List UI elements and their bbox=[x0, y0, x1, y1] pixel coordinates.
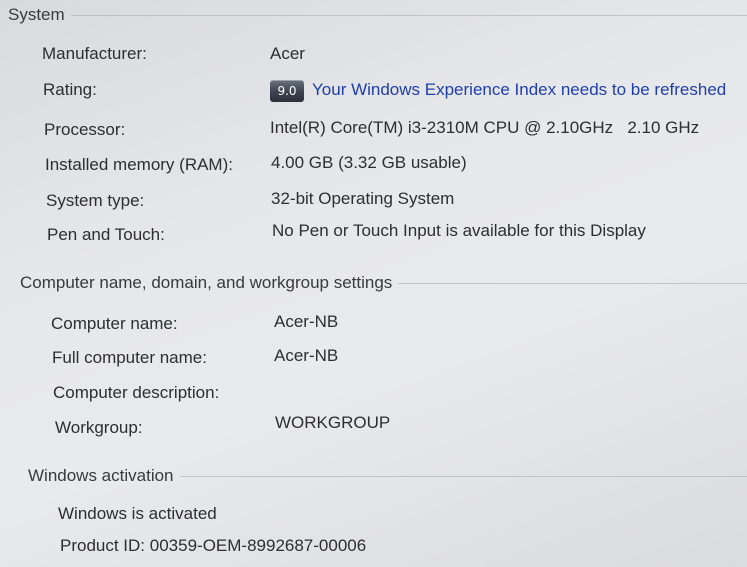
processor-value: Intel(R) Core(TM) i3-2310M CPU @ 2.10GHz… bbox=[270, 118, 700, 137]
full-computer-name-value: Acer-NB bbox=[274, 346, 339, 365]
installed-memory-label: Installed memory (RAM): bbox=[45, 155, 233, 174]
wei-score: 9.0 bbox=[277, 84, 297, 98]
windows-experience-index-icon: 9.0 bbox=[270, 80, 304, 102]
installed-memory-value: 4.00 GB (3.32 GB usable) bbox=[271, 153, 467, 172]
computer-name-value: Acer-NB bbox=[274, 312, 339, 331]
manufacturer-value: Acer bbox=[270, 44, 305, 63]
wei-refresh-link[interactable]: Your Windows Experience Index needs to b… bbox=[312, 80, 726, 100]
windows-activation-section-header: Windows activation bbox=[0, 465, 747, 487]
windows-activation-section-title: Windows activation bbox=[28, 466, 174, 485]
computer-name-section-header: Computer name, domain, and workgroup set… bbox=[0, 272, 747, 294]
product-id: Product ID: 00359-OEM-8992687-00006 bbox=[60, 536, 367, 555]
full-computer-name-label: Full computer name: bbox=[52, 348, 207, 367]
pen-touch-value: No Pen or Touch Input is available for t… bbox=[272, 221, 646, 240]
workgroup-value: WORKGROUP bbox=[275, 413, 391, 432]
pen-touch-label: Pen and Touch: bbox=[47, 225, 165, 244]
system-section-header: System bbox=[0, 4, 747, 26]
computer-description-label: Computer description: bbox=[53, 383, 220, 402]
computer-name-section-title: Computer name, domain, and workgroup set… bbox=[20, 273, 393, 292]
section-divider bbox=[179, 475, 747, 477]
manufacturer-label: Manufacturer: bbox=[42, 44, 147, 63]
computer-name-label: Computer name: bbox=[51, 314, 178, 333]
section-divider bbox=[398, 282, 747, 284]
workgroup-label: Workgroup: bbox=[55, 418, 143, 437]
rating-label: Rating: bbox=[43, 80, 97, 99]
section-divider bbox=[70, 14, 747, 16]
system-type-label: System type: bbox=[46, 191, 145, 210]
activation-status: Windows is activated bbox=[58, 504, 217, 523]
processor-label: Processor: bbox=[44, 120, 126, 139]
system-type-value: 32-bit Operating System bbox=[271, 189, 455, 208]
system-section-title: System bbox=[8, 5, 65, 24]
